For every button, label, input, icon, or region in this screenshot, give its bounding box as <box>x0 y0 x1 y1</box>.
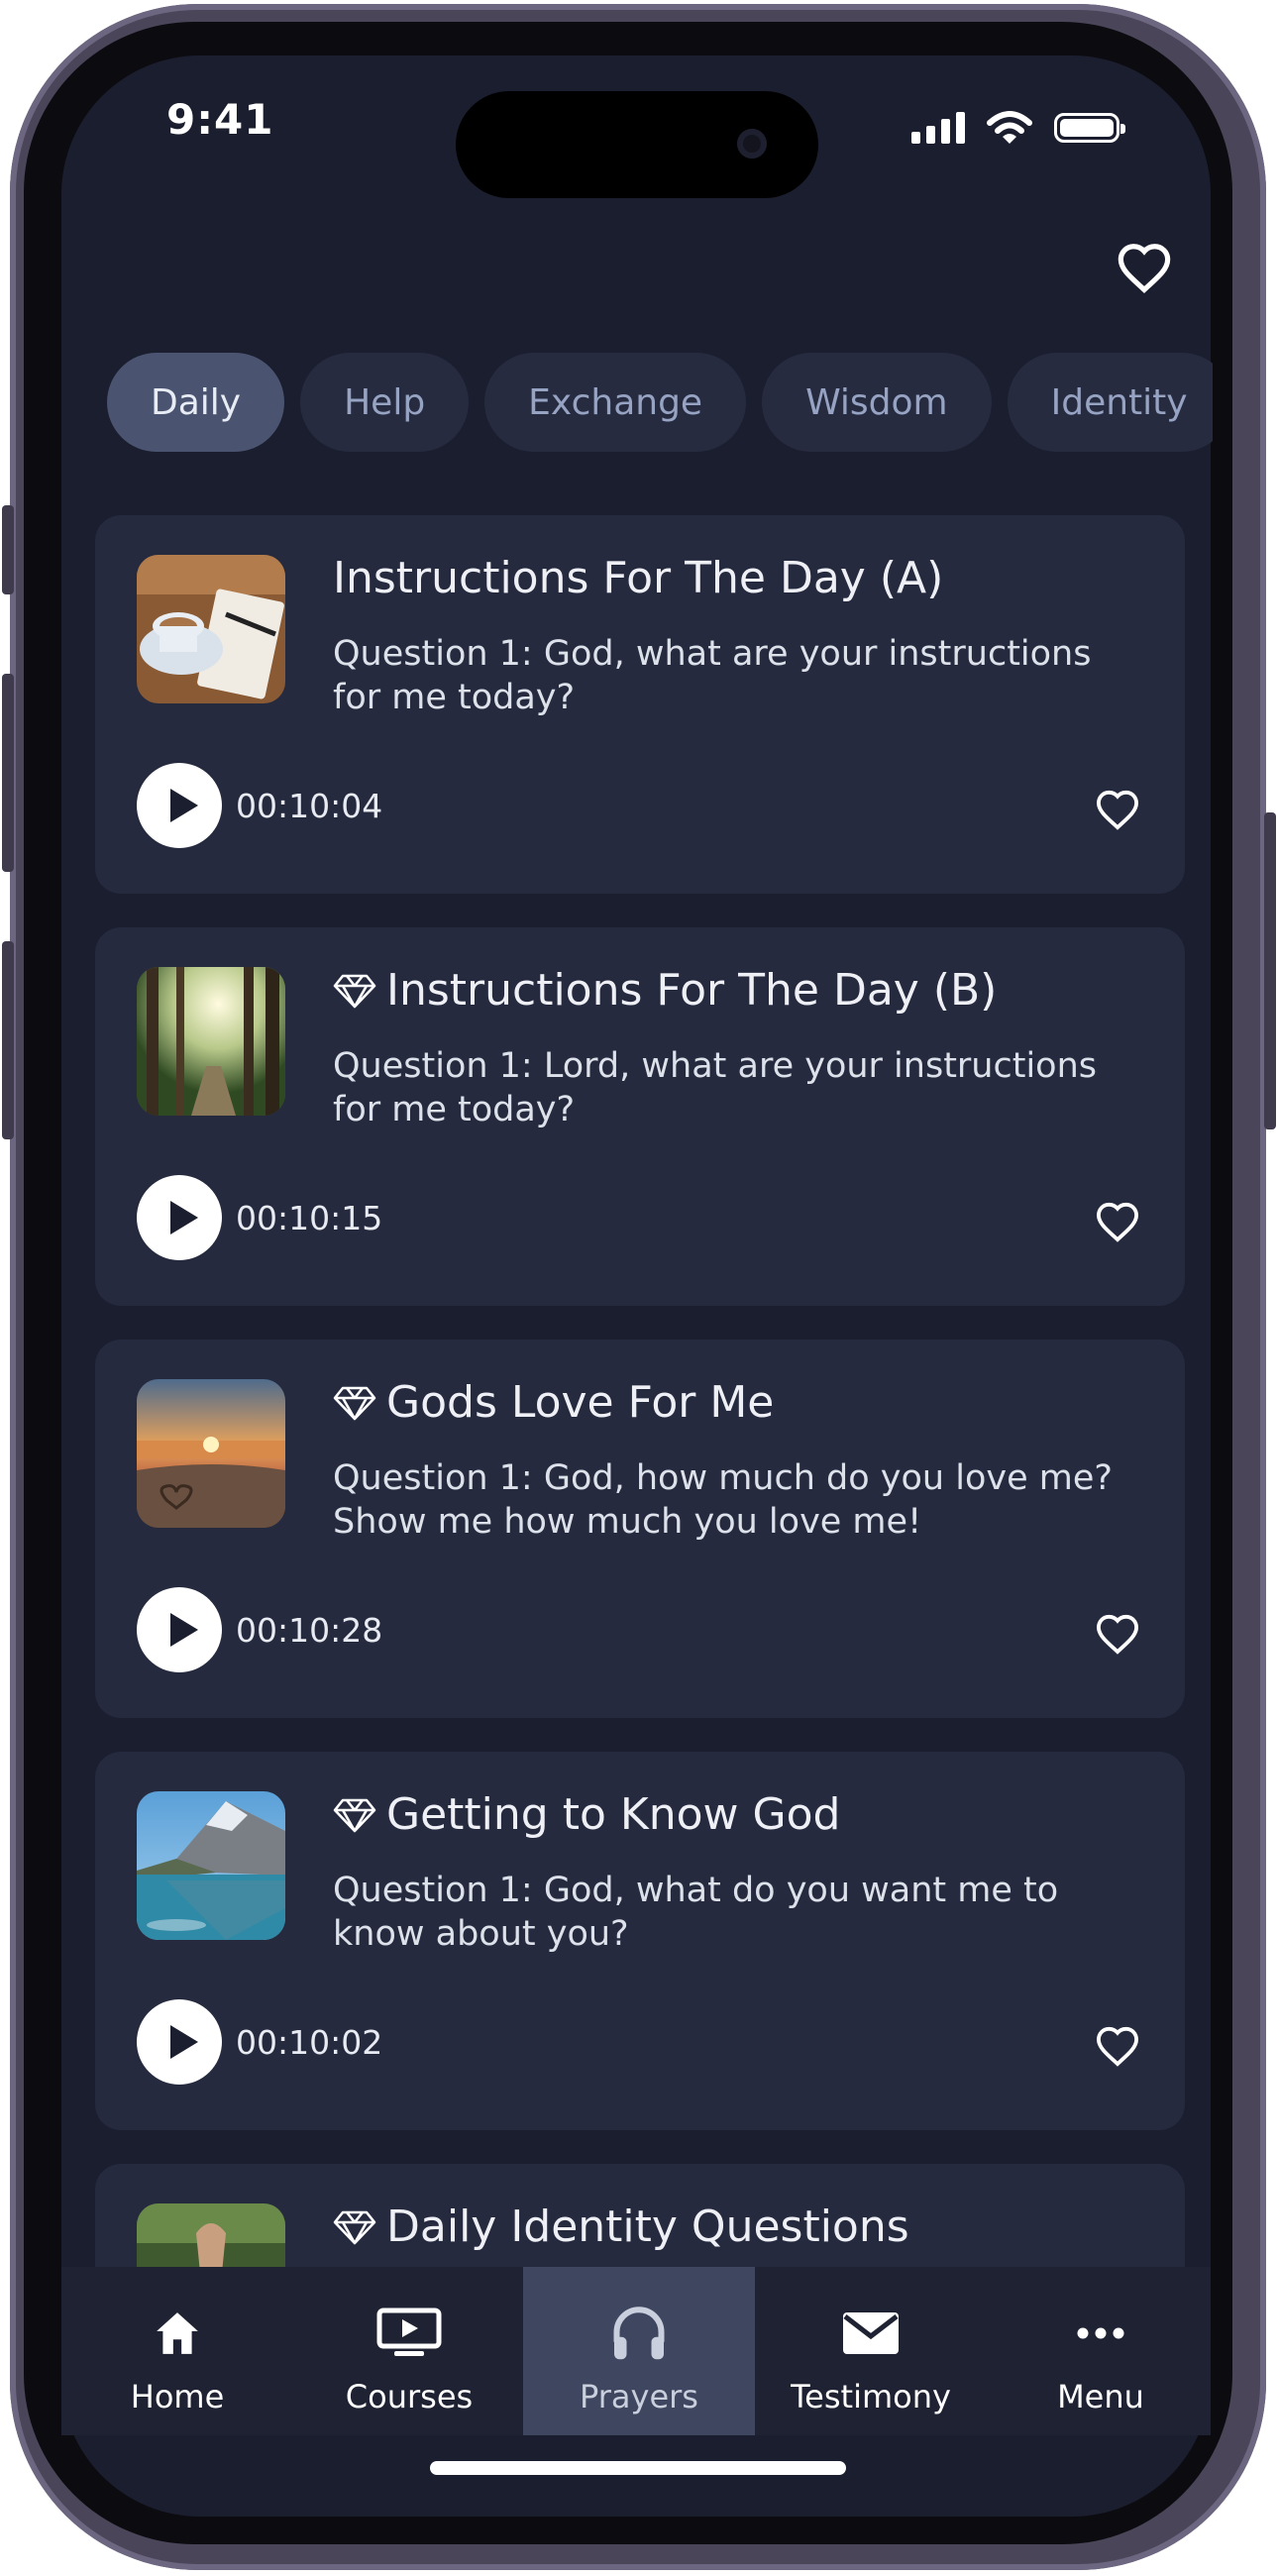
favorites-heart-icon[interactable] <box>1116 242 1173 293</box>
tab-label: Menu <box>1057 2378 1144 2415</box>
camera-icon <box>737 129 767 159</box>
prayer-title: Getting to Know God <box>333 1789 840 1840</box>
thumbnail-coffee-notebook <box>137 555 285 703</box>
mail-icon <box>843 2312 899 2354</box>
prayer-duration: 00:10:28 <box>236 1611 383 1650</box>
home-indicator[interactable] <box>430 2461 846 2475</box>
tab-home[interactable]: Home <box>61 2267 293 2435</box>
prayer-card[interactable]: Getting to Know God Question 1: God, wha… <box>95 1752 1185 2130</box>
favorite-heart-icon[interactable] <box>1094 1613 1141 1655</box>
tab-label: Daily <box>151 381 242 423</box>
tab-label: Home <box>130 2378 225 2415</box>
tab-exchange[interactable]: Exchange <box>484 353 747 452</box>
dynamic-island <box>456 91 818 198</box>
category-tabs: Daily Help Exchange Wisdom Identity <box>107 353 1213 452</box>
tab-label: Help <box>344 381 426 423</box>
prayer-description: Question 1: God, what are your instructi… <box>333 634 1092 717</box>
thumbnail-mountain-lake <box>137 1791 285 1940</box>
more-icon <box>1077 2327 1124 2339</box>
status-time: 9:41 <box>166 95 274 144</box>
prayer-duration: 00:10:02 <box>236 2023 383 2062</box>
prayer-title: Instructions For The Day (A) <box>333 553 943 603</box>
power-button <box>1264 812 1276 1129</box>
prayer-card[interactable]: Daily Identity Questions <box>95 2164 1185 2269</box>
prayer-title: Daily Identity Questions <box>333 2201 909 2252</box>
action-button <box>2 505 14 594</box>
play-icon <box>170 1613 198 1647</box>
diamond-icon <box>333 974 376 1008</box>
play-button[interactable] <box>137 1587 222 1672</box>
volume-down-button <box>2 941 14 1139</box>
tab-wisdom[interactable]: Wisdom <box>762 353 992 452</box>
thumbnail-forest-sunlight <box>137 967 285 1116</box>
cellular-signal-icon <box>911 112 965 144</box>
play-icon <box>170 789 198 822</box>
headphones-icon <box>613 2307 665 2360</box>
diamond-icon <box>333 2210 376 2244</box>
play-button[interactable] <box>137 1175 222 1260</box>
prayer-title: Instructions For The Day (B) <box>333 965 997 1016</box>
tab-label: Wisdom <box>805 381 948 423</box>
favorite-heart-icon[interactable] <box>1094 2025 1141 2067</box>
prayer-title-text: Getting to Know God <box>386 1789 841 1840</box>
tab-prayers[interactable]: Prayers <box>523 2267 755 2435</box>
home-icon <box>157 2312 198 2354</box>
play-icon <box>170 2025 198 2059</box>
tab-menu[interactable]: Menu <box>985 2267 1217 2435</box>
tab-label: Testimony <box>791 2378 951 2415</box>
prayer-card[interactable]: Instructions For The Day (B) Question 1:… <box>95 927 1185 1306</box>
prayer-description: Question 1: God, what do you want me to … <box>333 1871 1059 1954</box>
tab-label: Prayers <box>580 2378 698 2415</box>
battery-icon <box>1054 113 1125 143</box>
tab-label: Courses <box>345 2378 474 2415</box>
wifi-icon <box>987 111 1032 144</box>
prayer-title-text: Instructions For The Day (B) <box>386 965 998 1016</box>
diamond-icon <box>333 1798 376 1832</box>
courses-icon <box>376 2308 442 2356</box>
prayer-card[interactable]: Gods Love For Me Question 1: God, how mu… <box>95 1340 1185 1718</box>
tab-label: Exchange <box>528 381 703 423</box>
prayer-description: Question 1: Lord, what are your instruct… <box>333 1046 1098 1129</box>
tab-daily[interactable]: Daily <box>107 353 285 452</box>
tab-help[interactable]: Help <box>300 353 470 452</box>
prayer-description: Question 1: God, how much do you love me… <box>333 1458 1113 1542</box>
prayer-title-text: Daily Identity Questions <box>386 2201 909 2252</box>
diamond-icon <box>333 1386 376 1420</box>
favorite-heart-icon[interactable] <box>1094 1201 1141 1242</box>
play-icon <box>170 1201 198 1234</box>
bottom-tab-bar: Home Courses Prayers Testimony Menu <box>61 2267 1211 2435</box>
tab-courses[interactable]: Courses <box>293 2267 525 2435</box>
volume-up-button <box>2 674 14 872</box>
prayer-card[interactable]: Instructions For The Day (A) Question 1:… <box>95 515 1185 894</box>
tab-testimony[interactable]: Testimony <box>755 2267 987 2435</box>
thumbnail-green-hand <box>137 2203 285 2269</box>
prayer-title-text: Instructions For The Day (A) <box>333 553 944 603</box>
tab-identity[interactable]: Identity <box>1007 353 1213 452</box>
prayer-title: Gods Love For Me <box>333 1377 774 1428</box>
status-icons <box>911 111 1125 145</box>
prayer-list[interactable]: Instructions For The Day (A) Question 1:… <box>95 515 1187 2269</box>
tab-label: Identity <box>1050 381 1188 423</box>
prayer-duration: 00:10:15 <box>236 1199 383 1237</box>
prayer-title-text: Gods Love For Me <box>386 1377 775 1428</box>
play-button[interactable] <box>137 763 222 848</box>
play-button[interactable] <box>137 1999 222 2085</box>
prayer-duration: 00:10:04 <box>236 787 383 825</box>
thumbnail-beach-sunset-heart <box>137 1379 285 1528</box>
favorite-heart-icon[interactable] <box>1094 789 1141 830</box>
